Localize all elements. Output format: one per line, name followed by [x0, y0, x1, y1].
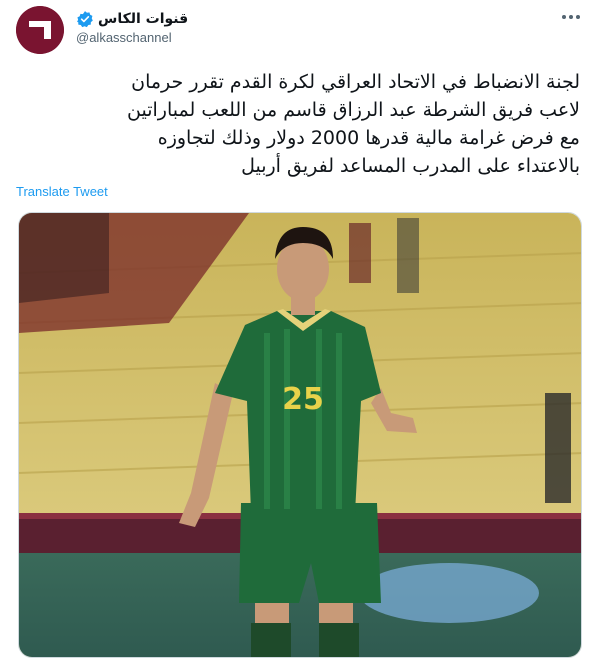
tweet-media-photo[interactable]: 25: [18, 212, 582, 658]
translate-tweet-link[interactable]: Translate Tweet: [16, 184, 108, 199]
tweet-line: بالاعتداء على المدرب المساعد لفريق أربيل: [241, 155, 580, 177]
verified-badge-icon: [76, 10, 94, 28]
more-options-icon[interactable]: [560, 10, 582, 24]
tweet-line: لاعب فريق الشرطة عبد الرزاق قاسم من اللع…: [127, 99, 580, 121]
tweet-line: لجنة الانضباط في الاتحاد العراقي لكرة ال…: [131, 71, 580, 93]
alkass-logo-icon[interactable]: [16, 6, 64, 54]
display-name[interactable]: قنوات الكاس: [98, 11, 188, 27]
user-handle[interactable]: @alkasschannel: [76, 30, 172, 45]
tweet-header: قنوات الكاس @alkasschannel: [0, 0, 596, 58]
jersey-number: 25: [282, 382, 324, 417]
tweet-line: مع فرض غرامة مالية قدرها 2000 دولار وذلك…: [157, 127, 580, 149]
tweet-text: لجنة الانضباط في الاتحاد العراقي لكرة ال…: [16, 68, 580, 180]
name-row: قنوات الكاس: [76, 9, 188, 29]
football-player-photo: 25: [19, 213, 581, 657]
